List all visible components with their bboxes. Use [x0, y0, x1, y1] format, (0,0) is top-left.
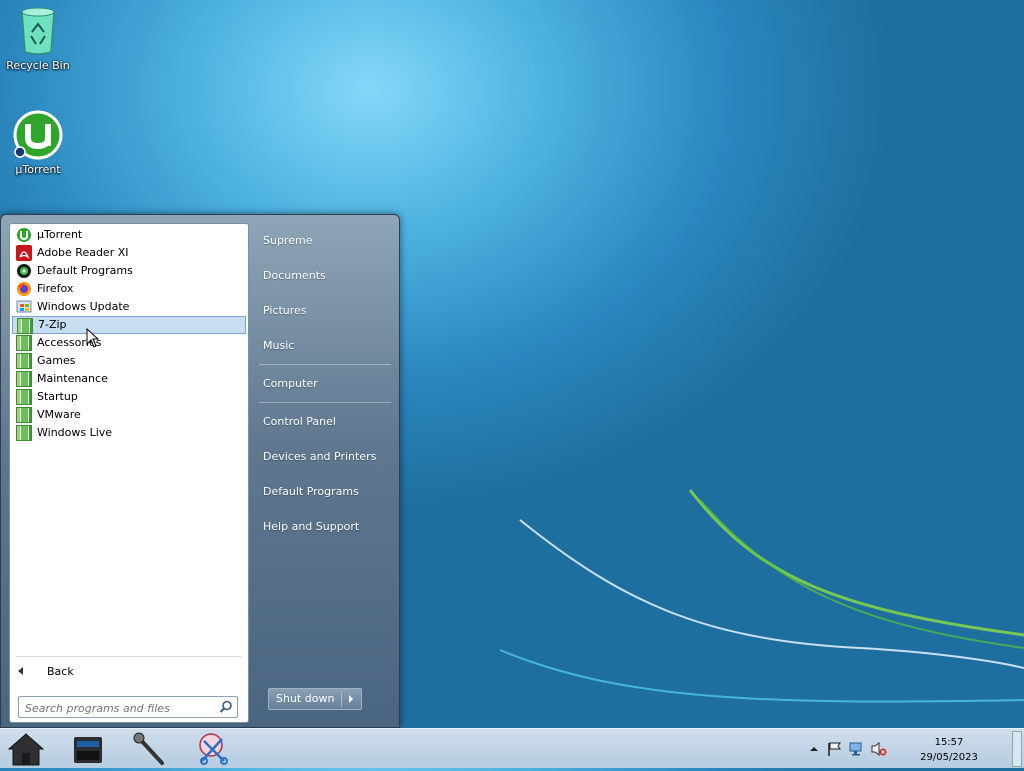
taskbar-microphone-button[interactable]	[130, 731, 170, 767]
shutdown-options-arrow-icon[interactable]	[349, 695, 353, 703]
folder-icon	[16, 389, 32, 405]
link-default-programs[interactable]: Default Programs	[263, 485, 359, 498]
taskbar-scanner-button[interactable]	[68, 731, 108, 767]
program-item-startup[interactable]: Startup	[12, 388, 246, 406]
program-label: VMware	[37, 408, 81, 421]
scanner-icon	[74, 737, 102, 763]
folder-icon	[16, 335, 32, 351]
volume-muted-icon[interactable]	[871, 741, 887, 757]
utorrent-icon	[0, 110, 76, 163]
program-label: Windows Update	[37, 300, 130, 313]
start-button[interactable]	[6, 731, 46, 767]
folder-icon	[16, 425, 32, 441]
taskbar-scissors-button[interactable]	[192, 731, 232, 767]
desktop-icon-label: Recycle Bin	[6, 59, 70, 72]
home-icon	[7, 733, 45, 766]
folder-icon	[16, 353, 32, 369]
search-icon[interactable]	[219, 700, 233, 714]
link-control-panel[interactable]: Control Panel	[263, 415, 336, 428]
link-music[interactable]: Music	[263, 339, 294, 352]
show-desktop-button[interactable]	[1012, 731, 1022, 767]
program-item-accessories[interactable]: Accessories	[12, 334, 246, 352]
scissors-icon	[199, 733, 228, 765]
link-documents[interactable]: Documents	[263, 269, 326, 282]
show-hidden-icons-icon[interactable]	[806, 741, 822, 757]
shutdown-button[interactable]: Shut down	[268, 688, 362, 710]
back-arrow-icon	[18, 667, 23, 675]
mouse-cursor-icon	[86, 328, 100, 348]
firefox-icon	[16, 281, 32, 297]
desktop-icon-label: µTorrent	[15, 163, 61, 176]
default-programs-icon	[16, 263, 32, 279]
taskbar: 15:57 29/05/2023	[0, 728, 1024, 768]
clock-date: 29/05/2023	[920, 752, 978, 763]
adobe-reader-icon	[16, 245, 32, 261]
back-button[interactable]: Back	[18, 664, 74, 680]
microphone-icon	[133, 732, 164, 765]
program-label: µTorrent	[37, 228, 83, 241]
network-icon[interactable]	[849, 741, 865, 757]
windows-update-icon	[16, 299, 32, 315]
program-item-adobe-reader[interactable]: Adobe Reader XI	[12, 244, 246, 262]
recycle-bin-icon	[0, 6, 76, 59]
program-item-7zip[interactable]: 7-Zip	[12, 316, 246, 334]
desktop-icon-recycle-bin[interactable]: Recycle Bin	[0, 6, 76, 72]
divider	[259, 402, 391, 403]
link-devices-printers[interactable]: Devices and Printers	[263, 450, 376, 463]
program-item-windows-update[interactable]: Windows Update	[12, 298, 246, 316]
program-item-maintenance[interactable]: Maintenance	[12, 370, 246, 388]
program-item-firefox[interactable]: Firefox	[12, 280, 246, 298]
search-input[interactable]	[19, 697, 217, 719]
program-item-utorrent[interactable]: µTorrent	[12, 226, 246, 244]
back-label: Back	[47, 665, 74, 678]
program-label: Startup	[37, 390, 78, 403]
program-item-games[interactable]: Games	[12, 352, 246, 370]
program-label: Default Programs	[37, 264, 133, 277]
programs-pane: µTorrent Adobe Reader XI Default Program…	[9, 223, 249, 723]
program-label: Adobe Reader XI	[37, 246, 129, 259]
program-item-vmware[interactable]: VMware	[12, 406, 246, 424]
program-item-default-programs[interactable]: Default Programs	[12, 262, 246, 280]
program-label: 7-Zip	[38, 318, 67, 331]
folder-icon	[16, 407, 32, 423]
link-pictures[interactable]: Pictures	[263, 304, 307, 317]
shutdown-label: Shut down	[276, 692, 335, 705]
divider	[16, 656, 242, 657]
program-label: Games	[37, 354, 76, 367]
link-help-support[interactable]: Help and Support	[263, 520, 359, 533]
program-label: Maintenance	[37, 372, 108, 385]
utorrent-icon	[16, 227, 32, 243]
program-label: Windows Live	[37, 426, 113, 439]
system-tray: 15:57 29/05/2023	[798, 729, 998, 769]
program-label: Firefox	[37, 282, 74, 295]
link-user-folder[interactable]: Supreme	[263, 234, 312, 247]
desktop-icon-utorrent[interactable]: µTorrent	[0, 110, 76, 176]
action-center-flag-icon[interactable]	[826, 741, 842, 757]
clock[interactable]: 15:57 29/05/2023	[914, 735, 984, 765]
program-item-windows-live[interactable]: Windows Live	[12, 424, 246, 442]
folder-icon	[17, 318, 33, 334]
divider	[259, 364, 391, 365]
divider	[341, 691, 342, 707]
search-box[interactable]	[18, 696, 238, 719]
start-menu: µTorrent Adobe Reader XI Default Program…	[0, 214, 400, 728]
clock-time: 15:57	[934, 737, 964, 748]
folder-icon	[16, 371, 32, 387]
link-computer[interactable]: Computer	[263, 377, 318, 390]
